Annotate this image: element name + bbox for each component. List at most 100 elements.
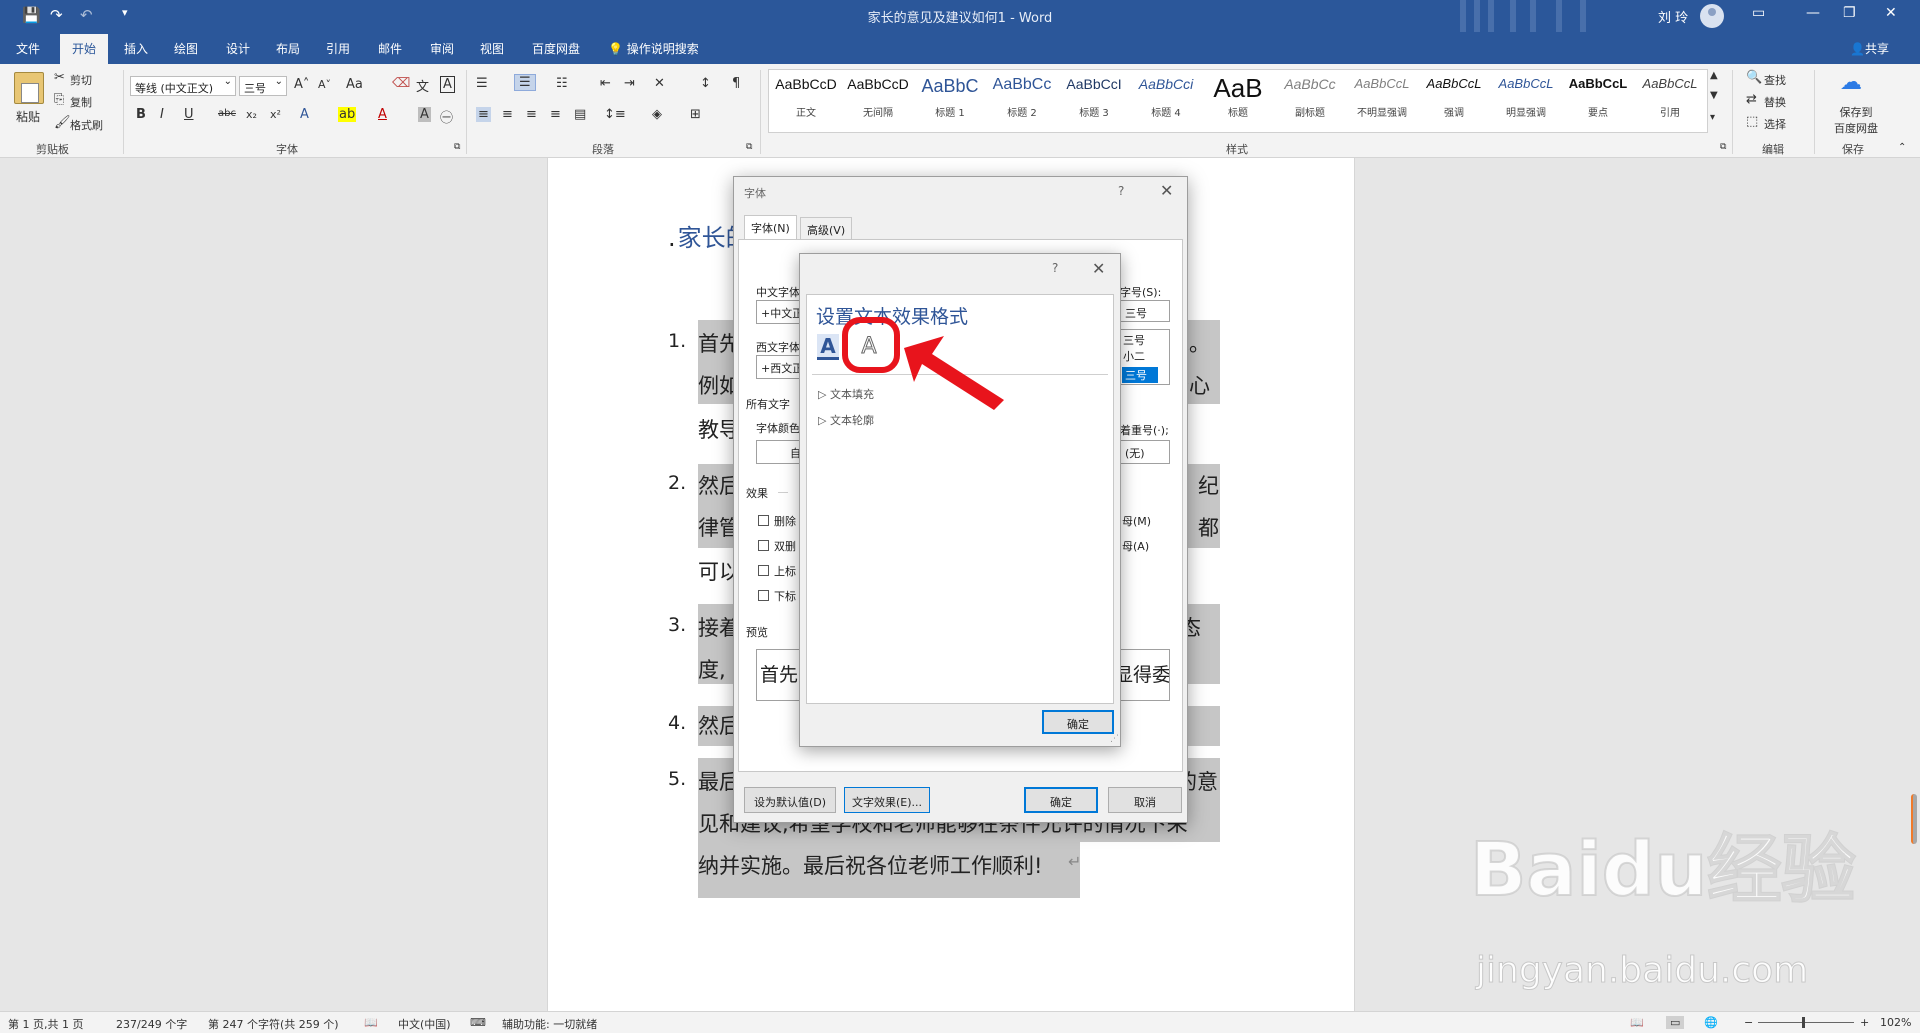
multilevel-list-icon[interactable]: ☷ <box>556 76 568 91</box>
style-quote[interactable]: AaBbCcL 引用 <box>1635 76 1705 119</box>
close-icon[interactable]: ✕ <box>1092 259 1105 278</box>
zoom-slider-thumb[interactable] <box>1802 1017 1805 1028</box>
justify-icon[interactable]: ≡ <box>550 107 561 122</box>
style-strong[interactable]: AaBbCcL 要点 <box>1563 76 1633 119</box>
strike-checkbox[interactable] <box>758 515 769 526</box>
small-caps-label[interactable]: 母(M) <box>1122 513 1151 529</box>
web-layout-icon[interactable]: 🌐 <box>1704 1016 1718 1029</box>
tab-review[interactable]: 审阅 <box>430 40 454 57</box>
font-dialog-launcher-icon[interactable]: ⧉ <box>454 142 460 152</box>
paste-button[interactable]: 粘贴 <box>16 108 40 125</box>
sort-icon[interactable]: ↕ <box>700 76 711 91</box>
select-button[interactable]: 选择 <box>1764 116 1786 132</box>
decrease-indent-icon[interactable]: ⇤ <box>600 76 611 91</box>
tell-me-search[interactable]: 💡 操作说明搜索 <box>608 40 699 57</box>
zoom-slider[interactable] <box>1758 1022 1854 1023</box>
list-line[interactable]: 度, <box>698 654 726 684</box>
bullets-icon[interactable]: ☰ <box>476 76 488 91</box>
user-name[interactable]: 刘 玲 <box>1658 7 1688 26</box>
accessibility-status[interactable]: 辅助功能: 一切就绪 <box>502 1016 597 1032</box>
tab-baidu-pan[interactable]: 百度网盘 <box>532 40 580 57</box>
list-line-right[interactable]: 都 <box>1198 512 1219 542</box>
style-normal[interactable]: AaBbCcD 正文 <box>771 76 841 119</box>
chinese-layout-icon[interactable]: ✕ <box>654 76 665 91</box>
size-option[interactable]: 三号 <box>1123 332 1167 348</box>
copy-button[interactable]: 复制 <box>70 94 92 110</box>
style-no-spacing[interactable]: AaBbCcD 无间隔 <box>843 76 913 119</box>
macro-icon[interactable]: ⌨ <box>470 1016 486 1029</box>
numbering-icon[interactable]: ☰ <box>514 74 536 91</box>
find-button[interactable]: 查找 <box>1764 72 1786 88</box>
grow-font-icon[interactable]: A˄ <box>294 77 309 92</box>
minimize-icon[interactable]: — <box>1806 5 1820 21</box>
enclose-char-icon[interactable]: ㊀ <box>440 107 453 126</box>
format-painter-button[interactable]: 格式刷 <box>70 117 103 133</box>
proofing-icon[interactable]: 📖 <box>364 1016 378 1029</box>
list-line-right[interactable]: 纪 <box>1198 470 1219 500</box>
print-layout-icon[interactable]: ▭ <box>1666 1016 1685 1029</box>
size-field[interactable]: 三号 <box>1120 300 1170 322</box>
change-case-icon[interactable]: Aa <box>346 77 363 92</box>
underline-icon[interactable]: U <box>184 107 194 122</box>
shrink-font-icon[interactable]: A˅ <box>318 78 331 91</box>
increase-indent-icon[interactable]: ⇥ <box>624 76 635 91</box>
bold-icon[interactable]: B <box>136 107 146 122</box>
subscript-icon[interactable]: x₂ <box>246 108 257 121</box>
style-intense-emphasis[interactable]: AaBbCcL 明显强调 <box>1491 76 1561 119</box>
font-name-combo[interactable]: 等线 (中文正文) <box>130 76 236 96</box>
paragraph-dialog-launcher-icon[interactable]: ⧉ <box>746 142 752 152</box>
set-default-button[interactable]: 设为默认值(D) <box>744 787 836 813</box>
style-heading-3[interactable]: AaBbCcI 标题 3 <box>1059 76 1129 119</box>
save-to-baidu-button[interactable]: 保存到 百度网盘 <box>1834 104 1878 136</box>
style-subtle-emphasis[interactable]: AaBbCcL 不明显强调 <box>1347 76 1417 119</box>
phonetic-guide-icon[interactable]: 文 <box>416 76 429 95</box>
show-marks-icon[interactable]: ¶ <box>732 76 740 91</box>
scrollbar-thumb[interactable] <box>1911 794 1917 844</box>
align-center-icon[interactable]: ≡ <box>502 107 513 122</box>
tab-design[interactable]: 设计 <box>226 40 250 57</box>
help-icon[interactable]: ? <box>1118 184 1124 198</box>
char-border-icon[interactable]: A <box>440 76 455 93</box>
ok-button[interactable]: 确定 <box>1024 787 1098 813</box>
char-shading-icon[interactable]: A <box>418 107 431 122</box>
double-strike-checkbox[interactable] <box>758 540 769 551</box>
ok-button[interactable]: 确定 <box>1042 710 1114 734</box>
text-outline-section[interactable]: ▷ 文本轮廓 <box>818 412 874 428</box>
style-emphasis[interactable]: AaBbCcL 强调 <box>1419 76 1489 119</box>
restore-icon[interactable]: ❐ <box>1843 5 1856 21</box>
styles-dialog-launcher-icon[interactable]: ⧉ <box>1720 142 1726 152</box>
text-fill-section[interactable]: ▷ 文本填充 <box>818 386 874 402</box>
highlight-icon[interactable]: ab <box>338 107 357 122</box>
distributed-icon[interactable]: ▤ <box>574 107 586 122</box>
style-heading-4[interactable]: AaBbCci 标题 4 <box>1131 76 1201 119</box>
tab-font[interactable]: 字体(N) <box>744 215 797 239</box>
tab-references[interactable]: 引用 <box>326 40 350 57</box>
tab-advanced[interactable]: 高级(V) <box>800 217 853 239</box>
resize-grip-icon[interactable]: ⋰ <box>1110 734 1119 744</box>
tab-insert[interactable]: 插入 <box>124 40 148 57</box>
tab-home[interactable]: 开始 <box>60 34 109 64</box>
subscript-checkbox[interactable] <box>758 590 769 601</box>
share-button[interactable]: 👤共享 <box>1850 40 1889 57</box>
styles-scroll-up-icon[interactable]: ▲ <box>1710 70 1718 81</box>
styles-scroll-down-icon[interactable]: ▼ <box>1710 90 1718 101</box>
borders-icon[interactable]: ⊞ <box>690 107 701 122</box>
tab-mailings[interactable]: 邮件 <box>378 40 402 57</box>
emphasis-field[interactable]: (无) <box>1120 440 1170 464</box>
clear-format-icon[interactable]: ⌫ <box>392 76 410 91</box>
style-subtitle[interactable]: AaBbCc 副标题 <box>1275 76 1345 119</box>
zoom-out-icon[interactable]: − <box>1744 1016 1753 1029</box>
style-heading-1[interactable]: AaBbC 标题 1 <box>915 76 985 119</box>
size-option-selected[interactable]: 三号 <box>1122 367 1158 383</box>
text-effects-icon[interactable]: A <box>300 107 309 122</box>
style-heading-2[interactable]: AaBbCc 标题 2 <box>987 76 1057 119</box>
strikethrough-icon[interactable]: abc <box>218 108 236 119</box>
align-right-icon[interactable]: ≡ <box>526 107 537 122</box>
cancel-button[interactable]: 取消 <box>1108 787 1182 813</box>
style-title[interactable]: AaB 标题 <box>1203 76 1273 119</box>
close-icon[interactable]: ✕ <box>1885 5 1897 21</box>
page-count[interactable]: 第 1 页,共 1 页 <box>8 1016 83 1032</box>
size-option[interactable]: 小二 <box>1123 348 1167 364</box>
font-size-combo[interactable]: 三号 <box>239 76 287 96</box>
paste-icon[interactable] <box>14 72 44 104</box>
